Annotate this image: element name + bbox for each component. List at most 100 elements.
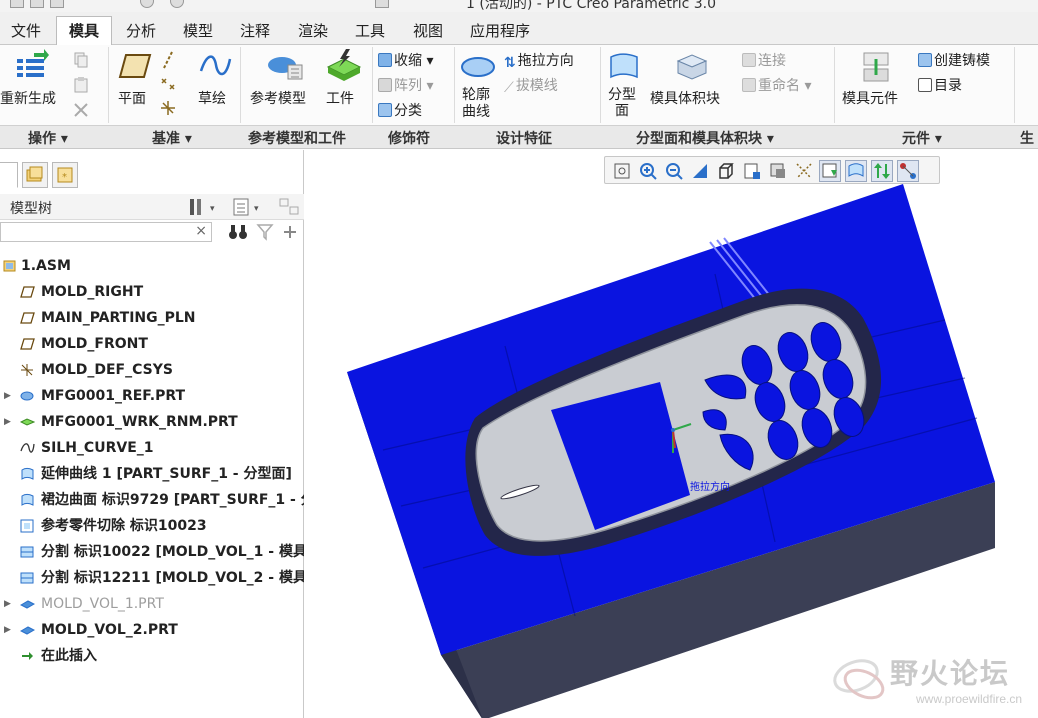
tree-settings-icon[interactable]: ▾: [188, 197, 226, 217]
mold-3d-model[interactable]: 拖拉方向: [305, 150, 1038, 718]
silhouette-curve-label[interactable]: 轮廓 曲线: [462, 87, 490, 121]
tree-item-label: 分割 标识12211 [MOLD_VOL_2 - 模具体积块]: [41, 570, 304, 586]
tab-analysis[interactable]: 分析: [114, 19, 168, 45]
tree-item[interactable]: ▶ MFG0001_REF.PRT: [0, 384, 304, 408]
tree-filter-icon[interactable]: [278, 197, 300, 217]
pull-direction-button[interactable]: ⇅ 拖拉方向: [504, 50, 574, 71]
tree-search-field[interactable]: ×: [0, 222, 212, 242]
group-datum[interactable]: 基准 ▾: [152, 128, 192, 148]
ribbon-group-labels: 操作 ▾ 基准 ▾ 参考模型和工件 修饰符 设计特征 分型面和模具体积块 ▾ 元…: [0, 125, 1038, 149]
ref-part-icon: [20, 391, 34, 401]
tab-mold[interactable]: 模具: [56, 16, 112, 46]
expand-arrow-icon[interactable]: ▶: [4, 618, 11, 642]
new-file-icon[interactable]: [10, 0, 24, 8]
shrink-button[interactable]: 收缩 ▾: [378, 50, 433, 70]
tree-item[interactable]: MOLD_FRONT: [0, 332, 304, 356]
sketch-icon[interactable]: [198, 51, 232, 81]
folder-browser-tab-icon[interactable]: [22, 162, 48, 188]
tree-item-label: MOLD_VOL_2.PRT: [41, 622, 178, 638]
tree-item[interactable]: 1.ASM: [0, 254, 304, 278]
ref-model-icon[interactable]: [266, 51, 304, 83]
tab-annotate[interactable]: 注释: [228, 19, 282, 45]
graphics-viewport[interactable]: 拖拉方向 野火论坛 www.proewildfire.cn: [305, 150, 1038, 718]
rename-button[interactable]: 重命名 ▾: [742, 75, 811, 95]
tree-item[interactable]: 分割 标识10022 [MOLD_VOL_1 - 模具体积块]: [0, 540, 304, 564]
workpiece-label[interactable]: 工件: [326, 88, 354, 108]
workpiece-icon[interactable]: [324, 49, 362, 81]
tree-show-icon[interactable]: ▾: [232, 197, 268, 217]
group-components[interactable]: 元件 ▾: [902, 128, 942, 148]
point-icon[interactable]: [160, 75, 176, 93]
tree-item[interactable]: 参考零件切除 标识10023: [0, 514, 304, 538]
mold-component-icon[interactable]: [858, 49, 894, 83]
tab-model[interactable]: 模型: [172, 19, 224, 45]
tree-item-label: MOLD_DEF_CSYS: [41, 362, 173, 378]
delete-icon[interactable]: [72, 101, 90, 119]
draft-line-button[interactable]: ⟋ 拔模线: [504, 75, 558, 96]
clear-search-icon[interactable]: ×: [195, 223, 207, 239]
paste-icon[interactable]: [72, 76, 90, 94]
svg-text:▾: ▾: [254, 204, 259, 214]
mold-volume-icon[interactable]: [674, 49, 710, 81]
favorites-tab-icon[interactable]: *: [52, 162, 78, 188]
tree-item[interactable]: 在此插入: [0, 644, 304, 668]
csys-icon: [21, 364, 33, 376]
undo-icon[interactable]: [140, 0, 154, 8]
svg-text:▾: ▾: [210, 204, 215, 214]
tree-item[interactable]: 分割 标识12211 [MOLD_VOL_2 - 模具体积块]: [0, 566, 304, 590]
datum-plane-icon[interactable]: [118, 51, 152, 81]
parting-surface-icon[interactable]: [607, 51, 641, 81]
expand-arrow-icon[interactable]: ▶: [4, 384, 11, 408]
tab-file[interactable]: 文件: [0, 19, 52, 45]
expand-arrow-icon[interactable]: ▶: [4, 592, 11, 616]
tree-item[interactable]: ▶ MFG0001_WRK_RNM.PRT: [0, 410, 304, 434]
tree-item[interactable]: 延伸曲线 1 [PART_SURF_1 - 分型面]: [0, 462, 304, 486]
tree-filter-funnel-icon[interactable]: [256, 223, 274, 241]
ref-model-label[interactable]: 参考模型: [250, 88, 306, 108]
tree-item-label: MAIN_PARTING_PLN: [41, 310, 196, 326]
pattern-button[interactable]: 阵列 ▾: [378, 75, 433, 95]
redo-icon[interactable]: [170, 0, 184, 8]
copy-icon[interactable]: [72, 51, 90, 69]
sketch-label[interactable]: 草绘: [198, 88, 226, 108]
group-operations[interactable]: 操作 ▾: [28, 128, 68, 148]
parting-surface-label[interactable]: 分型面: [608, 87, 636, 119]
tree-item[interactable]: MAIN_PARTING_PLN: [0, 306, 304, 330]
group-parting-surface-volume[interactable]: 分型面和模具体积块 ▾: [636, 128, 774, 148]
create-casting-button[interactable]: 创建铸模: [918, 50, 990, 70]
tree-item[interactable]: SILH_CURVE_1: [0, 436, 304, 460]
tree-item[interactable]: MOLD_DEF_CSYS: [0, 358, 304, 382]
tree-item[interactable]: MOLD_RIGHT: [0, 280, 304, 304]
close-window-icon[interactable]: [375, 0, 389, 8]
catalog-button[interactable]: 目录: [918, 75, 962, 95]
forum-logo-icon: [833, 659, 885, 700]
tab-applications[interactable]: 应用程序: [458, 19, 542, 45]
axis-icon[interactable]: [160, 51, 176, 69]
model-tree-header: 模型树 ▾ ▾: [0, 194, 304, 220]
mold-component-label[interactable]: 模具元件: [842, 88, 898, 108]
tree-search-input[interactable]: [1, 223, 191, 241]
tab-tools[interactable]: 工具: [344, 19, 396, 45]
tree-item[interactable]: ▶ MOLD_VOL_1.PRT: [0, 592, 304, 616]
tab-render[interactable]: 渲染: [286, 19, 340, 45]
save-icon[interactable]: [50, 0, 64, 8]
silhouette-curve-icon[interactable]: [460, 53, 496, 81]
assembly-icon: [3, 260, 16, 272]
tree-item[interactable]: ▶ MOLD_VOL_2.PRT: [0, 618, 304, 642]
expand-arrow-icon[interactable]: ▶: [4, 410, 11, 434]
tab-view[interactable]: 视图: [402, 19, 454, 45]
classify-button[interactable]: 分类: [378, 100, 422, 120]
menu-bar: 文件 模具 分析 模型 注释 渲染 工具 视图 应用程序: [0, 12, 1038, 46]
tree-item[interactable]: 裙边曲面 标识9729 [PART_SURF_1 - 分型面]: [0, 488, 304, 512]
watermark: 野火论坛 www.proewildfire.cn: [830, 652, 1038, 714]
split-icon: [20, 546, 34, 558]
plane-label[interactable]: 平面: [118, 88, 146, 108]
mold-volume-label[interactable]: 模具体积块: [650, 88, 720, 108]
connect-button[interactable]: 连接: [742, 50, 786, 70]
tree-add-icon[interactable]: [282, 223, 298, 241]
tree-item-label: MFG0001_WRK_RNM.PRT: [41, 414, 238, 430]
find-binoculars-icon[interactable]: [228, 223, 248, 241]
model-tree-tab-icon[interactable]: [0, 162, 18, 188]
csys-ribbon-icon[interactable]: [159, 99, 177, 117]
open-file-icon[interactable]: [30, 0, 44, 8]
